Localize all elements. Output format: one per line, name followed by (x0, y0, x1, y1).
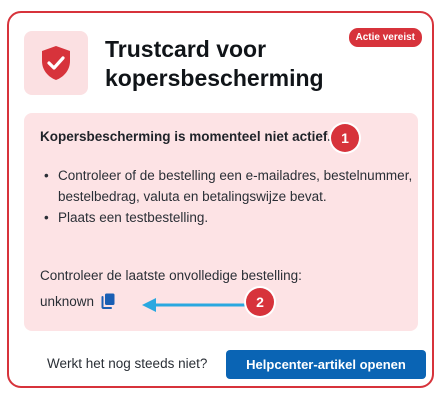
footer-prompt: Werkt het nog steeds niet? (47, 356, 208, 371)
card-title: Trustcard voor kopersbescherming (105, 36, 324, 91)
copy-icon (101, 293, 115, 309)
help-center-button[interactable]: Helpcenter-artikel openen (226, 350, 426, 379)
logo-tile (24, 31, 88, 95)
last-order-value: unknown (40, 293, 95, 309)
annotation-marker-1: 1 (331, 124, 359, 152)
last-order-row: unknown (40, 292, 117, 310)
shield-check-icon (42, 46, 70, 80)
arrow-left-icon (142, 298, 246, 312)
alert-heading: Kopersbescherming is momenteel niet acti… (40, 129, 332, 144)
copy-button[interactable] (99, 292, 117, 310)
checklist: Controleer of de bestelling een e-mailad… (40, 165, 418, 228)
trustcard-panel: Actie vereist Trustcard voor kopersbesch… (7, 11, 434, 388)
list-item: Controleer of de bestelling een e-mailad… (44, 165, 418, 207)
list-item: Plaats een testbestelling. (44, 207, 418, 228)
status-badge: Actie vereist (348, 28, 422, 47)
annotation-marker-2: 2 (246, 288, 274, 316)
alert-box: Kopersbescherming is momenteel niet acti… (24, 113, 418, 331)
last-order-label: Controleer de laatste onvolledige bestel… (40, 268, 302, 283)
